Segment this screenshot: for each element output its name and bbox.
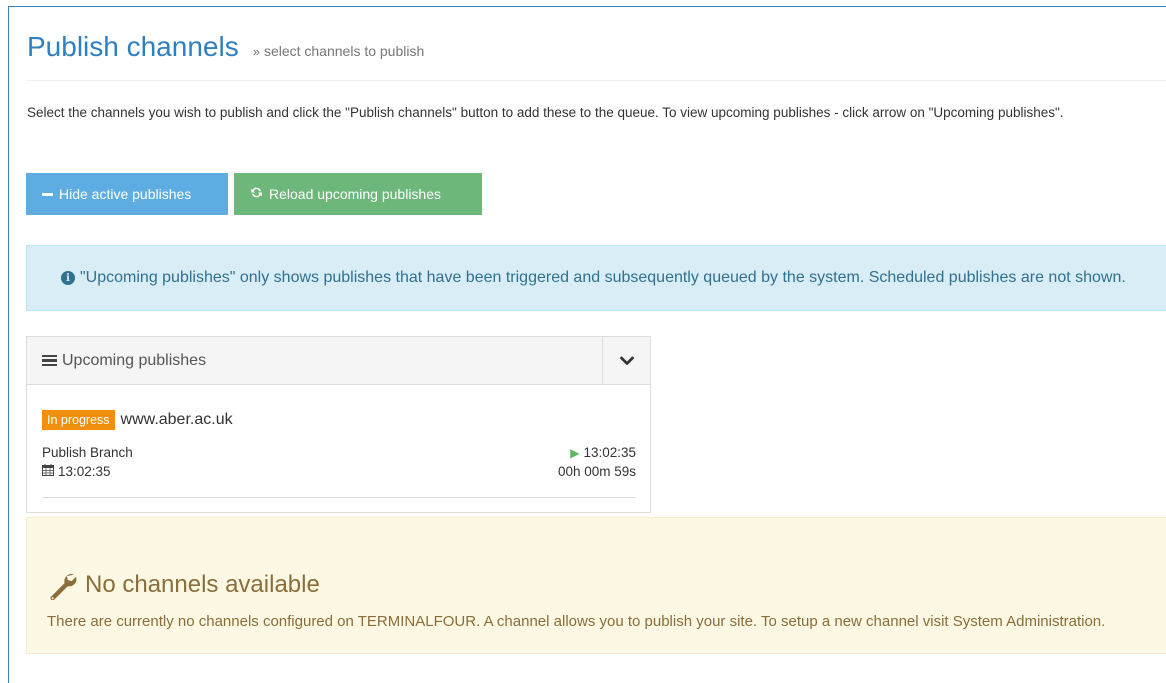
warning-title: No channels available bbox=[47, 570, 320, 600]
panel-heading: Upcoming publishes bbox=[27, 337, 650, 385]
reload-upcoming-publishes-label: Reload upcoming publishes bbox=[269, 186, 441, 202]
subtitle-separator: » bbox=[252, 44, 260, 59]
publish-duration: 00h 00m 59s bbox=[557, 464, 636, 479]
wrench-icon bbox=[50, 574, 77, 600]
list-icon bbox=[42, 354, 57, 367]
page-title: Publish channels bbox=[27, 31, 239, 62]
calendar-icon bbox=[42, 464, 54, 479]
publish-site: www.aber.ac.uk bbox=[120, 411, 233, 428]
main-content: Publish channels » select channels to pub… bbox=[8, 6, 1166, 683]
info-alert: i "Upcoming publishes" only shows publis… bbox=[26, 245, 1166, 311]
subtitle-text: select channels to publish bbox=[263, 43, 425, 59]
reload-upcoming-publishes-button[interactable]: Reload upcoming publishes bbox=[234, 173, 482, 215]
publish-type: Publish Branch bbox=[42, 445, 133, 460]
panel-toggle-button[interactable] bbox=[602, 337, 650, 384]
scheduled-time: 13:02:35 bbox=[42, 464, 111, 479]
upcoming-publishes-panel: Upcoming publishes In progress www.aber.… bbox=[26, 336, 651, 513]
play-icon: ▶ bbox=[570, 446, 580, 460]
chevron-down-icon bbox=[619, 356, 634, 365]
status-badge: In progress bbox=[42, 410, 115, 430]
warning-text: There are currently no channels configur… bbox=[47, 613, 1106, 630]
warning-alert: No channels available There are currentl… bbox=[26, 517, 1166, 654]
panel-title: Upcoming publishes bbox=[42, 352, 206, 370]
minus-icon bbox=[42, 192, 53, 196]
info-alert-text: "Upcoming publishes" only shows publishe… bbox=[80, 269, 1126, 286]
warning-title-text: No channels available bbox=[85, 571, 320, 598]
refresh-icon bbox=[250, 186, 263, 202]
hide-active-publishes-button[interactable]: Hide active publishes bbox=[26, 173, 228, 215]
page-header: Publish channels » select channels to pub… bbox=[27, 31, 1166, 81]
start-time-value: 13:02:35 bbox=[583, 445, 636, 460]
publish-item: In progress www.aber.ac.uk Publish Branc… bbox=[42, 410, 636, 498]
hide-active-publishes-label: Hide active publishes bbox=[59, 186, 192, 202]
page-subtitle: » select channels to publish bbox=[253, 43, 425, 59]
intro-text: Select the channels you wish to publish … bbox=[27, 105, 1064, 120]
panel-title-text: Upcoming publishes bbox=[62, 351, 207, 369]
scheduled-time-value: 13:02:35 bbox=[58, 464, 111, 479]
start-time: ▶ 13:02:35 bbox=[570, 445, 636, 460]
info-circle-icon: i bbox=[61, 271, 75, 285]
